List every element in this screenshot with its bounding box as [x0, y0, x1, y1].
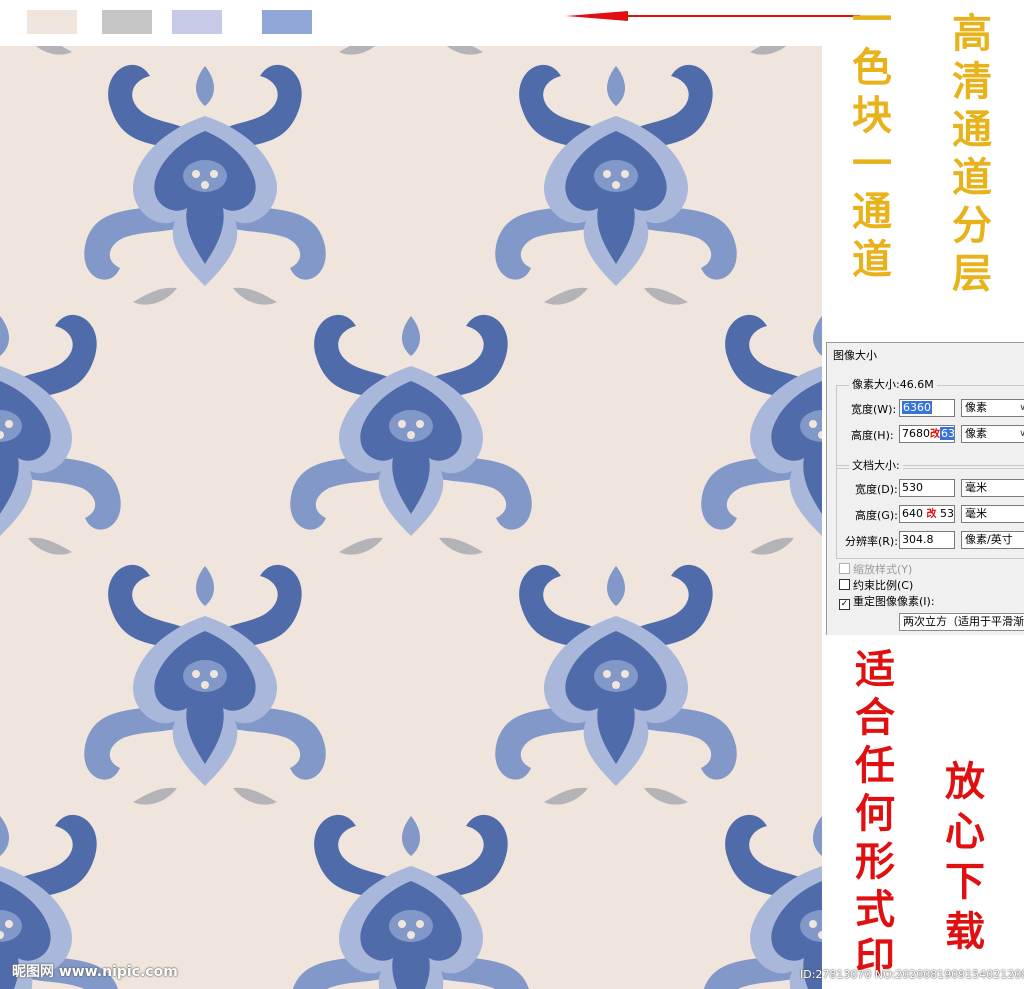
note-safe-download: 放心下载: [945, 762, 985, 952]
note-char: 任: [855, 742, 895, 789]
resample-checkbox[interactable]: ✓ 重定图像像素(I):: [839, 593, 935, 610]
checkbox-box: [839, 579, 850, 590]
width-input[interactable]: 6360: [899, 399, 955, 417]
resolution-label: 分辨率(R):: [845, 535, 898, 548]
constrain-proportions-checkbox[interactable]: 约束比例(C): [839, 577, 913, 593]
height-old-value: 7680: [902, 427, 930, 440]
resolution-value: 304.8: [902, 533, 934, 546]
color-swatch-lavender: [172, 10, 222, 34]
image-size-dialog: 图像大小 像素大小:46.6M 宽度(W): 6360 像素 ∨ 高度(H): 7…: [826, 342, 1024, 635]
doc-width-input[interactable]: 530: [899, 479, 955, 497]
doc-width-unit-select[interactable]: 毫米: [961, 479, 1024, 497]
resolution-input[interactable]: 304.8: [899, 531, 955, 549]
note-char: 心: [945, 808, 985, 855]
resample-method-value: 两次立方（适用于平滑渐变: [903, 615, 1024, 628]
note-char: 合: [855, 694, 895, 741]
width-value: 6360: [902, 401, 932, 414]
note-char: 式: [855, 886, 895, 933]
doc-height-unit: 毫米: [965, 507, 987, 520]
color-swatch-gray: [102, 10, 152, 34]
doc-width-label: 宽度(D):: [855, 483, 898, 496]
note-char: 下: [945, 858, 985, 905]
doc-height-value: 530: [940, 507, 954, 520]
height-value: 6360: [940, 427, 954, 440]
note-char: 道: [852, 236, 892, 283]
color-swatch-cream: [27, 10, 77, 34]
height-label: 高度(H):: [851, 429, 894, 442]
resolution-unit-select[interactable]: 像素/英寸: [961, 531, 1024, 549]
height-input[interactable]: 7680改6360: [899, 425, 955, 443]
doc-height-edit-mark: 改: [926, 509, 937, 520]
note-char: 载: [945, 908, 985, 955]
resolution-unit: 像素/英寸: [965, 533, 1013, 546]
height-unit-select[interactable]: 像素 ∨: [961, 425, 1024, 443]
chevron-down-icon: ∨: [1019, 400, 1024, 416]
width-unit: 像素: [965, 401, 987, 414]
note-char: 层: [952, 250, 992, 297]
note-char: 通: [952, 106, 992, 153]
note-char: 清: [952, 58, 992, 105]
note-fit-any-print: 适合任何形式印: [855, 650, 895, 978]
note-hd-channel-layers: 高清通道分层: [952, 14, 992, 294]
doc-height-label: 高度(G):: [855, 509, 898, 522]
scale-styles-label: 缩放样式(Y): [853, 563, 913, 576]
damask-pattern: [0, 46, 822, 989]
checkmark-icon: ✓: [839, 599, 850, 610]
constrain-label: 约束比例(C): [853, 579, 914, 592]
watermark-id: ID:27813070 NO:20200819091540212080: [800, 968, 1024, 981]
note-char: 块: [852, 92, 892, 139]
note-char: 色: [852, 44, 892, 91]
note-char: 何: [855, 790, 895, 837]
note-char: 放: [945, 758, 985, 805]
note-char: 形: [855, 838, 895, 885]
chevron-down-icon: ∨: [1019, 426, 1024, 442]
doc-width-value: 530: [902, 481, 923, 494]
watermark-nipic: 昵图网 www.nipic.com: [12, 964, 178, 980]
note-char: 一: [852, 140, 892, 187]
doc-height-old-value: 640: [902, 507, 923, 520]
doc-height-unit-select[interactable]: 毫米: [961, 505, 1024, 523]
color-swatch-blue: [262, 10, 312, 34]
dialog-title: 图像大小: [833, 349, 877, 362]
checkbox-box: [839, 563, 850, 574]
resample-method-select[interactable]: 两次立方（适用于平滑渐变: [899, 613, 1024, 631]
note-char: 一: [852, 0, 892, 43]
doc-width-unit: 毫米: [965, 481, 987, 494]
note-char: 适: [855, 646, 895, 693]
note-char: 高: [952, 10, 992, 57]
note-char: 通: [852, 188, 892, 235]
red-arrow: [566, 11, 860, 21]
note-char: 道: [952, 154, 992, 201]
doc-height-input[interactable]: 640 改 530: [899, 505, 955, 523]
note-one-color-one-channel: 一色块一通道: [852, 0, 892, 280]
width-unit-select[interactable]: 像素 ∨: [961, 399, 1024, 417]
pixel-size-label: 像素大小:46.6M: [849, 376, 937, 392]
scale-styles-checkbox[interactable]: 缩放样式(Y): [839, 561, 912, 577]
note-char: 分: [952, 202, 992, 249]
height-unit: 像素: [965, 427, 987, 440]
document-size-label: 文档大小:: [849, 457, 903, 473]
height-edit-mark: 改: [930, 429, 940, 440]
resample-label: 重定图像像素(I):: [853, 595, 935, 608]
width-label: 宽度(W):: [851, 403, 897, 416]
